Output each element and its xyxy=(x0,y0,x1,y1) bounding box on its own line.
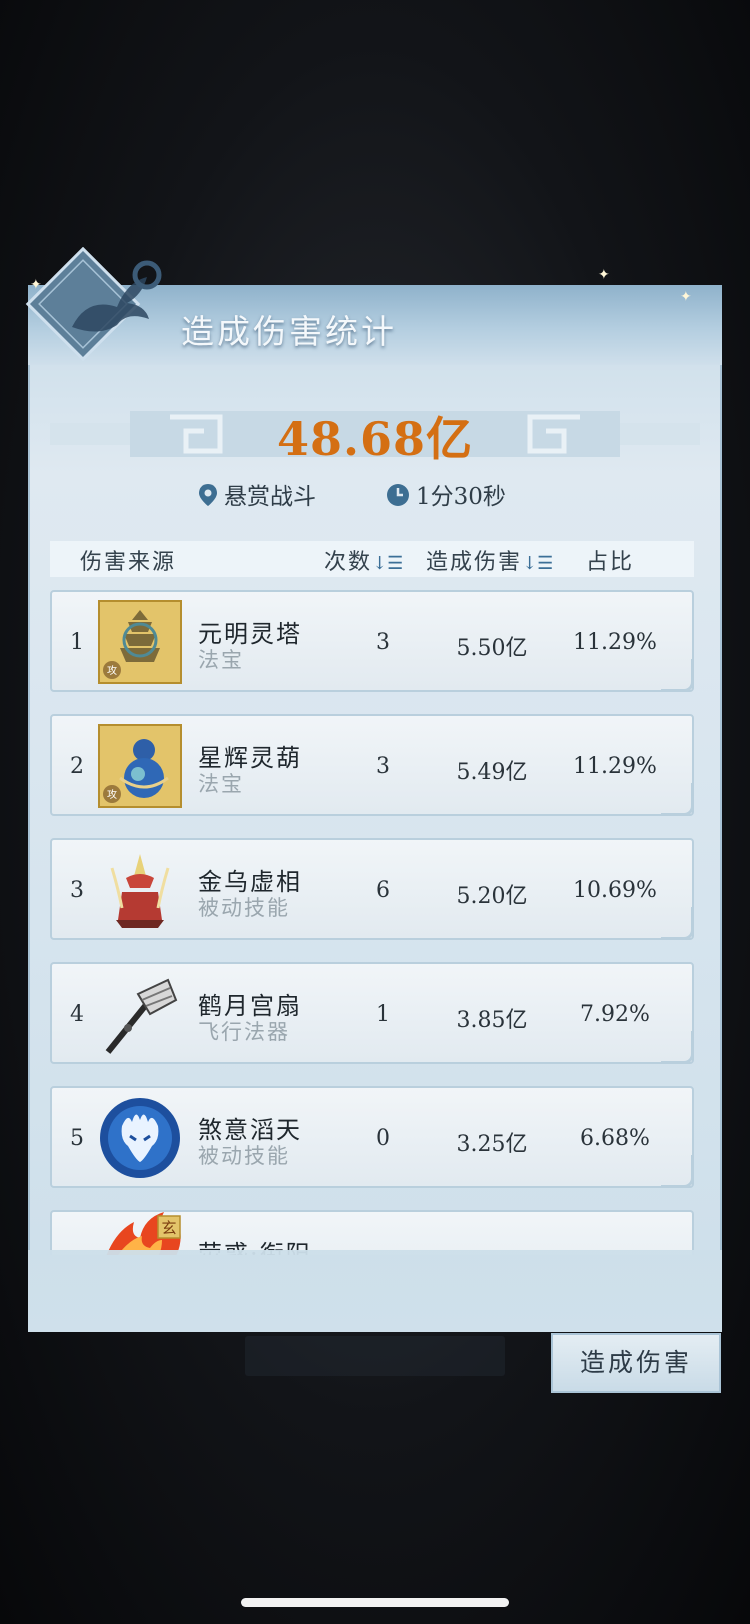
row-ratio: 10.69% xyxy=(573,878,657,903)
row-rank: 1 xyxy=(70,630,84,655)
row-damage: 5.50亿 xyxy=(456,636,528,661)
location-pin-icon xyxy=(199,484,217,506)
row-ratio: 11.29% xyxy=(573,754,657,779)
header-damage-label: 造成伤害 xyxy=(426,550,523,575)
damage-tab-button[interactable]: 造成伤害 xyxy=(551,1333,721,1393)
flame-mask-icon xyxy=(100,1098,180,1178)
table-row[interactable]: 4 鹤月宫扇 飞行法器 1 3.85亿 7.92% xyxy=(50,962,694,1064)
row-ratio: 7.92% xyxy=(580,1002,650,1027)
star-icon: ✦ xyxy=(30,277,42,293)
header-damage-sort[interactable]: 造成伤害↓☰ xyxy=(426,544,553,576)
row-ratio: 11.29% xyxy=(573,630,657,655)
home-indicator[interactable] xyxy=(241,1598,509,1607)
star-icon: ✦ xyxy=(680,289,692,305)
row-count: 1 xyxy=(376,1002,390,1027)
fan-icon xyxy=(105,978,178,1054)
sort-icon: ↓☰ xyxy=(372,553,404,574)
header-ratio: 占比 xyxy=(586,550,635,575)
list-bottom-fade xyxy=(28,1250,722,1332)
row-rank: 3 xyxy=(70,878,84,903)
background-obscured-bar xyxy=(245,1336,505,1376)
total-damage: 48.68亿 xyxy=(276,412,474,466)
header-count-label: 次数 xyxy=(324,550,373,575)
attack-badge: 攻 xyxy=(107,664,117,677)
header-source: 伤害来源 xyxy=(80,550,177,575)
row-count: 3 xyxy=(376,630,390,655)
clock-icon xyxy=(387,484,409,506)
battle-duration-label: 1分30秒 xyxy=(416,484,506,510)
row-category: 法宝 xyxy=(198,648,244,672)
row-category: 被动技能 xyxy=(198,1144,290,1168)
dialog-title: 造成伤害统计 xyxy=(181,312,397,351)
table-row[interactable]: 1 攻 元明灵塔 法宝 3 5.50亿 11.29% xyxy=(50,590,694,692)
battle-type-label: 悬赏战斗 xyxy=(224,484,316,510)
row-rank: 5 xyxy=(70,1126,84,1151)
fire-icon: 玄 xyxy=(106,1212,181,1255)
row-category: 法宝 xyxy=(198,772,244,796)
row-count: 0 xyxy=(376,1126,390,1151)
row-damage: 5.49亿 xyxy=(456,760,528,785)
battle-duration: 1分30秒 xyxy=(386,477,506,511)
row-ratio: 6.68% xyxy=(580,1126,650,1151)
table-row[interactable]: 3 金乌虚相 被动技能 6 5.20亿 10.69% xyxy=(50,838,694,940)
pagoda-icon: 攻 xyxy=(98,600,182,684)
battle-type: 悬赏战斗 xyxy=(198,477,316,511)
row-rank: 2 xyxy=(70,754,84,779)
table-row[interactable]: 5 煞意滔天 被动技能 0 3.25亿 6.68% xyxy=(50,1086,694,1188)
row-count: 6 xyxy=(376,878,390,903)
row-category: 飞行法器 xyxy=(198,1020,290,1044)
damage-source-list[interactable]: 1 攻 元明灵塔 法宝 3 5.50亿 11.29% 2 攻 星辉灵葫 法宝 3… xyxy=(50,590,718,1255)
row-category: 被动技能 xyxy=(198,896,290,920)
table-row[interactable]: 2 攻 星辉灵葫 法宝 3 5.49亿 11.29% xyxy=(50,714,694,816)
golden-crow-icon xyxy=(110,854,170,928)
row-damage: 3.85亿 xyxy=(456,1008,528,1033)
header-count-sort[interactable]: 次数↓☰ xyxy=(324,544,403,576)
row-count: 3 xyxy=(376,754,390,779)
table-header: 伤害来源 次数↓☰ 造成伤害↓☰ 占比 xyxy=(50,541,694,577)
gourd-icon: 攻 xyxy=(98,724,182,808)
row-damage: 5.20亿 xyxy=(456,884,528,909)
sort-icon: ↓☰ xyxy=(522,553,554,574)
tier-badge: 玄 xyxy=(161,1219,176,1237)
table-row[interactable]: 玄 荧惑·衔阳 xyxy=(50,1210,694,1255)
damage-stats-dialog: ✦ ✦ ✦ 造成伤害统计 48.68亿 悬赏战斗 1分30秒 伤害来源 次数↓☰… xyxy=(25,247,722,1332)
star-icon: ✦ xyxy=(598,267,610,283)
attack-badge: 攻 xyxy=(107,788,117,801)
fox-emblem-icon xyxy=(25,247,162,362)
row-damage: 3.25亿 xyxy=(456,1132,528,1157)
row-rank: 4 xyxy=(70,1002,84,1027)
